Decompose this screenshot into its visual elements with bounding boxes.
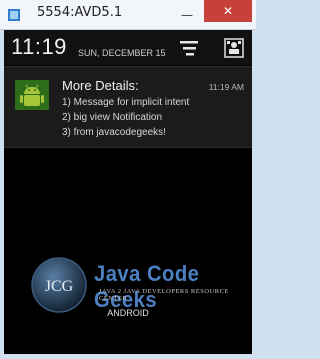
android-icon bbox=[15, 80, 49, 110]
notification-line-1: 1) Message for implicit intent bbox=[62, 97, 190, 108]
status-bar: 11:19 SUN, DECEMBER 15 bbox=[4, 30, 252, 65]
android-caption: ANDROID bbox=[107, 308, 149, 318]
svg-text:JCG: JCG bbox=[45, 278, 74, 295]
clear-notifications-icon[interactable] bbox=[178, 40, 200, 56]
brand-name: Java Code Geeks bbox=[94, 261, 200, 312]
notification-title: More Details: bbox=[62, 78, 139, 93]
jcg-logo: JCG bbox=[31, 257, 87, 313]
quick-settings-icon[interactable] bbox=[224, 38, 244, 58]
status-clock: 11:19 bbox=[11, 34, 67, 59]
notification-line-2: 2) big view Notification bbox=[62, 112, 163, 123]
close-button[interactable]: ✕ bbox=[204, 0, 252, 22]
notification-time: 11:19 AM bbox=[208, 82, 244, 92]
notification-line-3: 3) from javacodegeeks! bbox=[62, 127, 166, 138]
notification-card[interactable]: More Details: 11:19 AM 1) Message for im… bbox=[4, 66, 252, 148]
emulator-screen: 11:19 SUN, DECEMBER 15 More Details: 11:… bbox=[4, 30, 252, 354]
minimize-button[interactable]: — bbox=[173, 4, 201, 26]
window-title: 5554:AVD5.1 bbox=[37, 5, 123, 20]
window-titlebar: 5554:AVD5.1 — ✕ bbox=[0, 0, 256, 30]
app-icon bbox=[8, 9, 20, 21]
wallpaper: JCG Java Code Geeks JAVA 2 JAVA DEVELOPE… bbox=[4, 148, 252, 354]
status-date: SUN, DECEMBER 15 bbox=[78, 48, 166, 58]
brand-tagline: JAVA 2 JAVA DEVELOPERS RESOURCE CENTER bbox=[99, 288, 229, 302]
